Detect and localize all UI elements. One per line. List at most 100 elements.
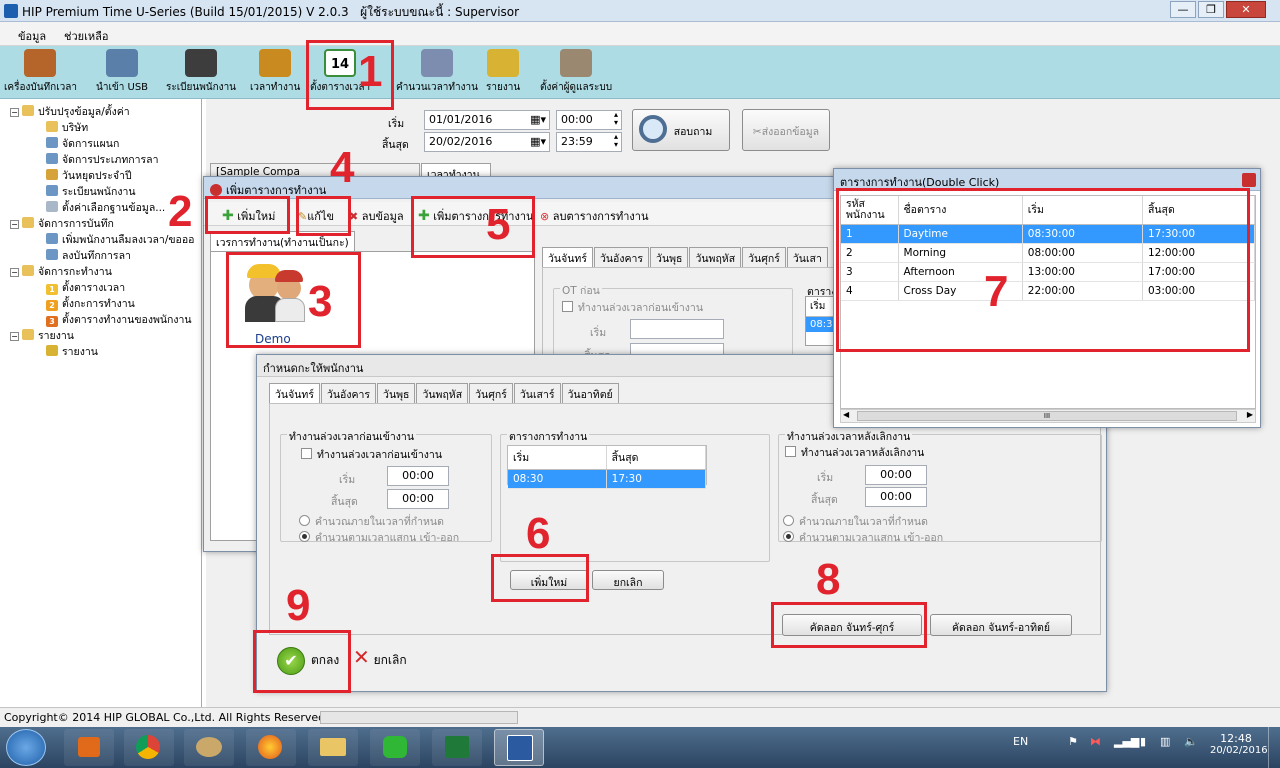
copy-mon-sun-button[interactable]: คัดลอก จันทร์-อาทิตย์ [930,614,1072,636]
ot-before-start-field[interactable]: 00:00 [387,466,449,486]
start-date-field[interactable]: 01/01/2016 ▦▾ [424,110,550,130]
tab-day-4[interactable]: วันศุกร์ [469,383,513,403]
tab-day-3[interactable]: วันพฤหัส [416,383,469,403]
delete-schedule-button[interactable]: ⊗ ลบตารางการทำงาน [540,207,648,225]
ot-after-start-field[interactable]: 00:00 [865,465,927,485]
chrome-icon[interactable] [124,729,174,766]
ot-after-work-check[interactable]: ทำงานล่วงเวลาหลังเลิกงาน [785,444,924,461]
collapse-icon[interactable]: − [10,268,19,277]
node-icon [46,233,58,244]
tree-group[interactable]: − จัดการกะทำงาน [10,263,112,280]
calendar-dropdown-icon[interactable]: ▦▾ [530,113,546,126]
media-player-icon[interactable] [64,729,114,766]
maximize-button[interactable]: ❐ [1198,1,1224,18]
toolbar-employees-button[interactable]: ระเบียนพนักงาน [166,49,236,95]
firefox-icon[interactable] [246,729,296,766]
tab-day-1[interactable]: วันอังคาร [320,383,377,403]
collapse-icon[interactable]: − [10,332,19,341]
toolbar-time-clock-button[interactable]: เครื่องบันทึกเวลา [4,49,77,95]
minimize-button[interactable]: — [1170,1,1196,18]
tree-item[interactable]: บริษัท [46,119,88,136]
tab-day-1[interactable]: วันอังคาร [593,247,650,267]
ot-after-radio-scan[interactable]: คำนวนตามเวลาแสกน เข้า-ออก [783,529,943,546]
horizontal-scrollbar[interactable]: ◀ III ▶ [840,409,1256,423]
tab-day-0[interactable]: วันจันทร์ [542,247,593,267]
tree-item[interactable]: ระเบียนพนักงาน [46,183,136,200]
acrobat-icon[interactable]: ⧓ [1090,735,1101,748]
scroll-left-icon[interactable]: ◀ [843,410,849,419]
collapse-icon[interactable]: − [10,220,19,229]
tree-group[interactable]: − ปรับปรุงข้อมูล/ตั้งค่า [10,103,130,120]
tab-day-5[interactable]: วันเสาร์ [513,383,561,403]
toolbar-document-pen-button[interactable]: คำนวนเวลาทำงาน [396,49,478,95]
close-button[interactable]: ✕ [1226,1,1266,18]
clock[interactable]: 12:48 20/02/2016 [1210,732,1268,756]
signal-icon[interactable]: ▂▄▆ [1114,735,1139,748]
tree-item[interactable]: จัดการประเภทการลา [46,151,158,168]
ot-before-radio-scan[interactable]: คำนวนตามเวลาแสกน เข้า-ออก [299,529,459,546]
ot-after-end-field[interactable]: 00:00 [865,487,927,507]
query-button[interactable]: สอบถาม [632,109,730,151]
tab-day-3[interactable]: วันพฤหัส [689,247,742,267]
tab-day-6[interactable]: วันอาทิตย์ [561,383,619,403]
table-row[interactable]: 08:30 17:30 [508,469,707,489]
tree-item[interactable]: 2 ตั้งกะการทำงาน [46,295,135,312]
end-time-field[interactable]: 23:59 ▴ ▾ [556,132,622,152]
excel-icon[interactable] [432,729,482,766]
calendar-dropdown-icon[interactable]: ▦▾ [530,135,546,148]
toolbar-usb-button[interactable]: นำเข้า USB [96,49,148,95]
end-date-field[interactable]: 20/02/2016 ▦▾ [424,132,550,152]
volume-icon[interactable]: 🔈 [1184,735,1198,748]
show-desktop-button[interactable] [1268,727,1280,768]
export-button[interactable]: ✂ส่งออกข้อมูล [742,109,830,151]
tree-item[interactable]: วันหยุดประจำปี [46,167,132,184]
cancel-button[interactable]: ✕ ยกเลิก [353,647,407,670]
menu-help[interactable]: ช่วยเหลือ [64,27,108,45]
network-icon[interactable]: ▥ [1160,735,1170,748]
ot-before-check[interactable]: ทำงานล่วงเวลาก่อนเข้างาน [562,299,703,316]
flag-icon[interactable]: ⚑ [1068,735,1078,748]
explorer-icon[interactable] [308,729,358,766]
ot-before-radio-within[interactable]: คำนวณภายในเวลาที่กำหนด [299,513,444,530]
annotation-box-9 [253,630,351,693]
spin-icon[interactable]: ▴ ▾ [614,133,618,149]
toolbar-stopwatch-button[interactable]: เวลาทำงาน [250,49,300,95]
paint-icon[interactable] [184,729,234,766]
toolbar-admin-settings-button[interactable]: ตั้งค่าผู้ดูแลระบบ [540,49,612,95]
close-icon[interactable] [1242,173,1256,187]
cancel-schedule-button[interactable]: ยกเลิก [592,570,664,590]
tree-item[interactable]: ลงบันทึกการลา [46,247,131,264]
tree-item[interactable]: รายงาน [46,343,98,360]
hip-app-icon[interactable] [494,729,544,766]
ot-after-work-group: ทำงานล่วงเวลาหลังเลิกงาน ทำงานล่วงเวลาหล… [778,428,1102,544]
tab-day-0[interactable]: วันจันทร์ [269,383,320,403]
tree-item[interactable]: 1 ตั้งตารางเวลา [46,279,125,296]
language-indicator[interactable]: EN [1013,735,1028,748]
delete-button[interactable]: ✖ ลบข้อมูล [349,207,404,225]
annotation-box-5 [411,196,535,258]
tab-day-5[interactable]: วันเสา [786,247,828,267]
spin-icon[interactable]: ▴ ▾ [614,111,618,127]
menu-data[interactable]: ข้อมูล [18,27,46,45]
ot-start-field[interactable] [630,319,724,339]
ot-before-end-field[interactable]: 00:00 [387,489,449,509]
battery-icon[interactable]: ▮ [1140,735,1146,748]
toolbar-chart-button[interactable]: รายงาน [486,49,520,95]
start-time-field[interactable]: 00:00 ▴ ▾ [556,110,622,130]
ot-after-radio-within[interactable]: คำนวณภายในเวลาที่กำหนด [783,513,928,530]
scroll-right-icon[interactable]: ▶ [1247,410,1253,419]
tab-day-2[interactable]: วันพุธ [377,383,416,403]
tab-day-2[interactable]: วันพุธ [650,247,689,267]
ot-before-work-check[interactable]: ทำงานล่วงเวลาก่อนเข้างาน [301,446,442,463]
tree-item[interactable]: ตั้งค่าเลือกฐานข้อมูล... [46,199,165,216]
tree-item[interactable]: จัดการแผนก [46,135,119,152]
tree-item[interactable]: 3 ตั้งตารางทำงานของพนักงาน [46,311,192,328]
tab-day-4[interactable]: วันศุกร์ [742,247,786,267]
tree-group[interactable]: − จัดการการบันทึก [10,215,114,232]
start-button[interactable] [6,729,46,766]
collapse-icon[interactable]: − [10,108,19,117]
line-icon[interactable] [370,729,420,766]
scroll-thumb[interactable]: III [857,411,1237,421]
time-clock-icon [24,49,57,77]
tree-group[interactable]: − รายงาน [10,327,74,344]
